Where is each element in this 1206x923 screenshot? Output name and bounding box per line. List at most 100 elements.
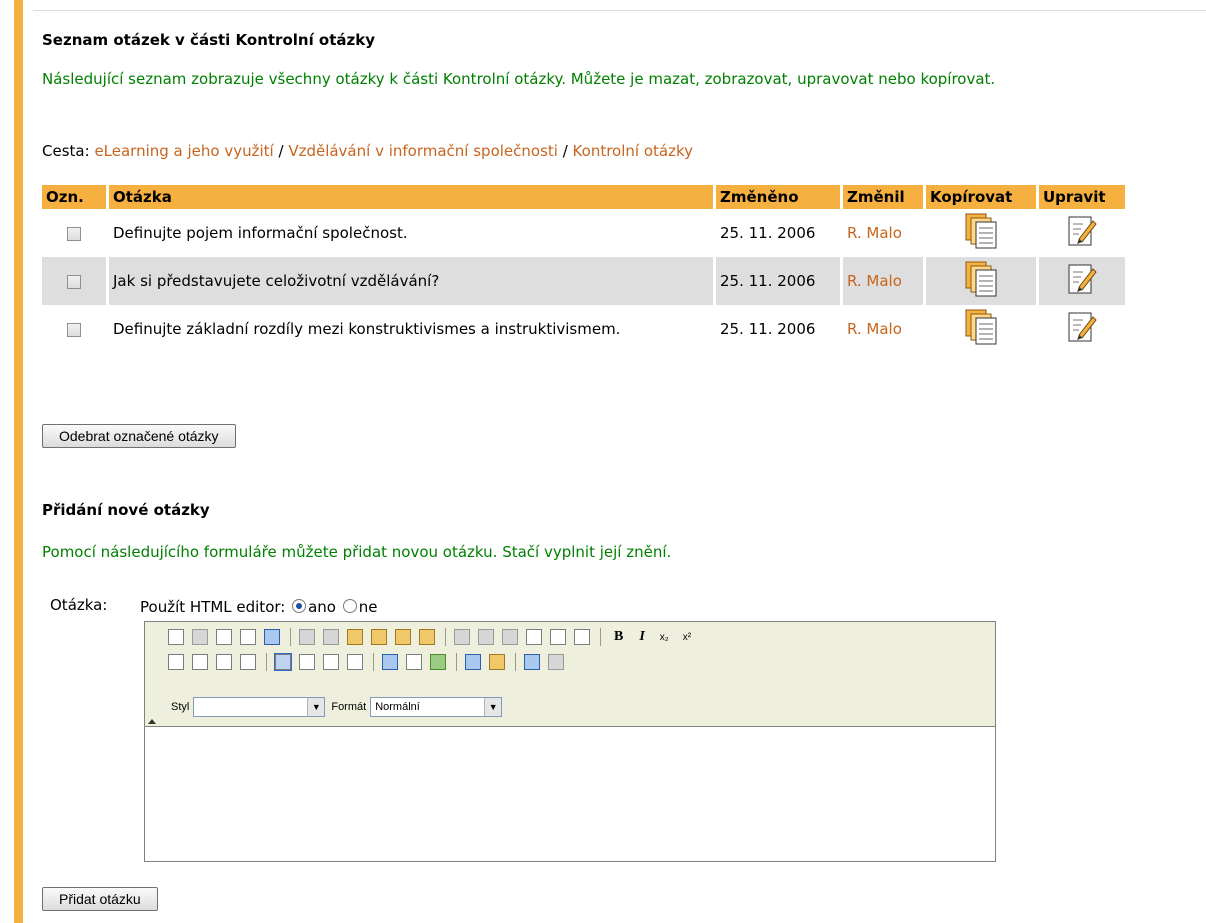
left-accent-bar <box>14 0 23 923</box>
copy-icon[interactable] <box>964 212 998 250</box>
html-editor-choice: Použít HTML editor: ano ne <box>140 598 378 616</box>
date-cell: 25. 11. 2006 <box>714 305 843 353</box>
edit-icon[interactable] <box>1065 309 1099 345</box>
date-cell: 25. 11. 2006 <box>714 209 843 257</box>
templates-icon[interactable] <box>264 629 280 645</box>
table-row: Definujte pojem informační společnost. 2… <box>42 209 1128 257</box>
style-select[interactable]: ▼ <box>193 697 326 717</box>
unlink-icon[interactable] <box>548 654 564 670</box>
copy-icon[interactable] <box>964 260 998 298</box>
editor-content-area[interactable] <box>145 727 995 861</box>
column-header-mark: Ozn. <box>42 185 109 209</box>
format-select[interactable]: Normální ▼ <box>370 697 503 717</box>
bulleted-list-icon[interactable] <box>192 654 208 670</box>
toolbar-separator <box>600 628 601 646</box>
add-title: Přidání nové otázky <box>42 501 210 519</box>
toolbar-separator <box>373 653 374 671</box>
row-checkbox[interactable] <box>67 322 81 337</box>
question-cell: Jak si představujete celoživotní vzděláv… <box>107 257 716 305</box>
chevron-down-icon: ▼ <box>484 698 502 716</box>
date-cell: 25. 11. 2006 <box>714 257 843 305</box>
bold-icon[interactable]: B <box>614 629 623 645</box>
italic-icon[interactable]: I <box>639 629 644 645</box>
column-header-question: Otázka <box>107 185 716 209</box>
table-row: Definujte základní rozdíly mezi konstruk… <box>42 305 1128 353</box>
table-icon[interactable] <box>406 654 422 670</box>
table-row: Jak si představujete celoživotní vzděláv… <box>42 257 1128 305</box>
user-link[interactable]: R. Malo <box>841 305 926 353</box>
collapse-toolbar-icon[interactable] <box>148 719 156 724</box>
breadcrumb-link-elearning[interactable]: eLearning a jeho využití <box>94 142 273 160</box>
toolbar-row-3: Styl ▼ Formát Normální ▼ <box>165 696 503 718</box>
link-icon[interactable] <box>524 654 540 670</box>
horizontal-rule-icon[interactable] <box>430 654 446 670</box>
radio-yes[interactable] <box>292 599 307 613</box>
breadcrumb-separator: / <box>557 142 573 160</box>
column-header-copy: Kopírovat <box>924 185 1039 209</box>
edit-cell <box>1037 209 1128 257</box>
image-icon[interactable] <box>382 654 398 670</box>
save-icon[interactable] <box>192 629 208 645</box>
question-cell: Definujte pojem informační společnost. <box>107 209 716 257</box>
remove-format-icon[interactable] <box>574 629 590 645</box>
smiley-icon[interactable] <box>489 654 505 670</box>
chevron-down-icon: ▼ <box>307 698 325 716</box>
breadcrumb: Cesta: eLearning a jeho využití / Vzdělá… <box>42 142 693 160</box>
copy-text-icon[interactable] <box>323 629 339 645</box>
list-description: Následující seznam zobrazuje všechny otá… <box>42 70 996 88</box>
row-checkbox[interactable] <box>67 226 81 241</box>
edit-icon[interactable] <box>1065 213 1099 249</box>
format-label: Formát <box>331 701 367 713</box>
align-justify-icon[interactable] <box>347 654 363 670</box>
preview-icon[interactable] <box>216 629 232 645</box>
mark-cell <box>42 209 109 257</box>
redo-icon[interactable] <box>478 629 494 645</box>
radio-yes-label: ano <box>308 598 336 616</box>
outdent-icon[interactable] <box>216 654 232 670</box>
format-select-value: Normální <box>375 701 420 713</box>
select-all-icon[interactable] <box>550 629 566 645</box>
question-label: Otázka: <box>50 596 108 614</box>
radio-no-label: ne <box>358 598 378 616</box>
toolbar-separator <box>290 628 291 646</box>
paste-icon[interactable] <box>347 629 363 645</box>
align-center-icon[interactable] <box>299 654 315 670</box>
paste-word-icon[interactable] <box>395 629 411 645</box>
remove-selected-button[interactable]: Odebrat označené otázky <box>42 424 236 448</box>
breadcrumb-separator: / <box>273 142 289 160</box>
list-title: Seznam otázek v části Kontrolní otázky <box>42 31 376 49</box>
add-description: Pomocí následujícího formuláře můžete př… <box>42 543 672 561</box>
edit-cell <box>1037 257 1128 305</box>
source-icon[interactable] <box>168 629 184 645</box>
table-header: Ozn. Otázka Změněno Změnil Kopírovat Upr… <box>42 185 1128 209</box>
new-page-icon[interactable] <box>240 629 256 645</box>
indent-icon[interactable] <box>240 654 256 670</box>
radio-no[interactable] <box>342 599 357 613</box>
user-link[interactable]: R. Malo <box>841 257 926 305</box>
breadcrumb-link-vzdelavani[interactable]: Vzdělávání v informační společnosti <box>288 142 558 160</box>
align-right-icon[interactable] <box>323 654 339 670</box>
copy-cell <box>924 305 1039 353</box>
column-header-changed: Změněno <box>714 185 843 209</box>
special-char-icon[interactable] <box>465 654 481 670</box>
user-link[interactable]: R. Malo <box>841 209 926 257</box>
edit-icon[interactable] <box>1065 261 1099 297</box>
cut-icon[interactable] <box>299 629 315 645</box>
undo-icon[interactable] <box>454 629 470 645</box>
superscript-icon[interactable]: x² <box>683 632 691 643</box>
subscript-icon[interactable]: x₂ <box>660 632 669 643</box>
copy-icon[interactable] <box>964 308 998 346</box>
find-icon[interactable] <box>502 629 518 645</box>
add-question-button[interactable]: Přidat otázku <box>42 887 158 911</box>
print-icon[interactable] <box>419 629 435 645</box>
numbered-list-icon[interactable] <box>168 654 184 670</box>
breadcrumb-link-kontrolni-otazky[interactable]: Kontrolní otázky <box>573 142 693 160</box>
copy-cell <box>924 257 1039 305</box>
top-divider <box>33 10 1206 11</box>
mark-cell <box>42 305 109 353</box>
row-checkbox[interactable] <box>67 274 81 289</box>
replace-icon[interactable] <box>526 629 542 645</box>
breadcrumb-label: Cesta: <box>42 142 90 160</box>
paste-text-icon[interactable] <box>371 629 387 645</box>
align-left-icon[interactable] <box>274 653 292 671</box>
